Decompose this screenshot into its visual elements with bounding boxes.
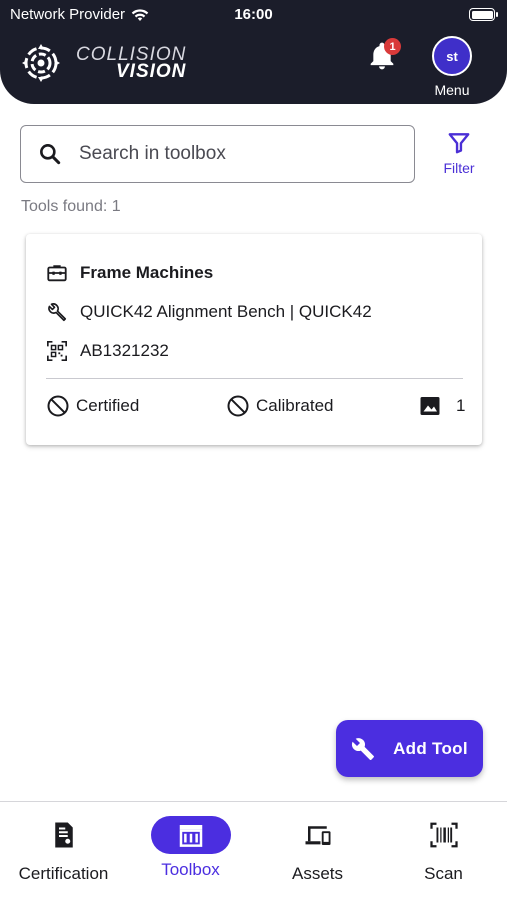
- wrench-icon: [352, 737, 375, 760]
- calibrated-status: Calibrated: [226, 394, 334, 418]
- search-input[interactable]: [79, 143, 399, 165]
- logo-text-vision: VISION: [116, 61, 187, 82]
- certificate-icon: [54, 822, 73, 848]
- calibrated-label: Calibrated: [256, 396, 334, 415]
- nav-item-assets[interactable]: Assets: [254, 820, 381, 884]
- nav-label-scan: Scan: [424, 864, 463, 883]
- search-box[interactable]: [20, 125, 415, 183]
- tool-category: Frame Machines: [80, 263, 214, 282]
- tool-model: QUICK42 Alignment Bench | QUICK42: [80, 302, 372, 321]
- toolbox-icon: [47, 265, 67, 282]
- tool-model-row: QUICK42 Alignment Bench | QUICK42: [46, 301, 372, 323]
- filter-button[interactable]: Filter: [432, 128, 486, 178]
- tool-serial: AB1321232: [80, 341, 169, 360]
- add-tool-label: Add Tool: [393, 738, 468, 758]
- menu-label[interactable]: Menu: [426, 82, 478, 98]
- barcode-scan-icon: [429, 822, 458, 848]
- qr-code-scan-icon: [47, 341, 67, 361]
- image-count: 1: [418, 394, 465, 418]
- nav-label-assets: Assets: [291, 864, 344, 883]
- status-bar: Network Provider 16:00: [0, 0, 507, 28]
- wrench-icon: [48, 303, 67, 322]
- tool-serial-row: AB1321232: [46, 340, 169, 362]
- app-header: Network Provider 16:00 COLLISION VISION …: [0, 0, 507, 104]
- block-icon: [227, 395, 249, 417]
- card-divider: [46, 378, 463, 379]
- battery-icon: [469, 8, 498, 21]
- app-logo: COLLISION VISION: [20, 42, 186, 84]
- block-icon: [47, 395, 69, 417]
- certified-label: Certified: [76, 396, 140, 415]
- nav-item-scan[interactable]: Scan: [380, 820, 507, 884]
- toolbox-icon: [179, 825, 202, 847]
- avatar[interactable]: st: [432, 36, 472, 76]
- nav-label-certification: Certification: [18, 864, 109, 883]
- tools-found-count: Tools found: 1: [21, 198, 121, 215]
- search-icon: [40, 144, 61, 165]
- nav-item-toolbox[interactable]: Toolbox: [127, 816, 254, 880]
- filter-label: Filter: [443, 160, 475, 176]
- logo-swirl-icon: [22, 44, 60, 82]
- clock: 16:00: [234, 6, 273, 23]
- certified-status: Certified: [46, 394, 139, 418]
- image-count-value: 1: [456, 396, 466, 415]
- nav-label-toolbox: Toolbox: [161, 860, 220, 879]
- tool-card[interactable]: Frame Machines QUICK42 Alignment Bench |…: [26, 234, 482, 445]
- add-tool-button[interactable]: Add Tool: [336, 720, 483, 777]
- notification-count-badge: 1: [384, 38, 401, 55]
- bottom-nav: Certification Toolbox Assets Scan: [0, 801, 507, 900]
- active-tab-indicator: [150, 816, 231, 854]
- tool-category-row: Frame Machines: [46, 262, 213, 284]
- image-icon: [420, 397, 440, 415]
- nav-item-certification[interactable]: Certification: [0, 820, 127, 884]
- devices-icon: [305, 826, 330, 845]
- filter-funnel-icon: [448, 133, 470, 154]
